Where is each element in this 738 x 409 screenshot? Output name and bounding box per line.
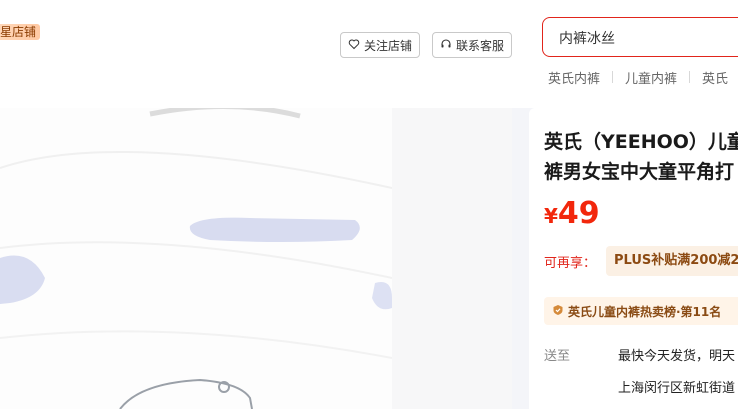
contact-service-label: 联系客服 [455,38,504,53]
search-box [542,17,738,57]
headset-icon [440,38,452,53]
divider [612,71,614,83]
search-input[interactable] [557,27,738,49]
currency-symbol: ¥ [544,204,558,228]
ship-to-label: 送至 [544,349,571,364]
store-header: 星店铺 关注店铺 联系客服 英氏内裤 儿童内裤 英氏 [0,0,738,108]
hot-word-link[interactable]: 英氏 [702,68,728,87]
product-title: 英氏（YEEHOO）儿童 裤男女宝中大童平角打 [544,127,738,187]
follow-store-label: 关注店铺 [363,38,412,53]
delivery-estimate: 最快今天发货，明天 [618,349,736,364]
product-title-line: 英氏（YEEHOO）儿童 [544,131,738,153]
store-badge: 星店铺 [0,24,41,40]
heart-icon [348,38,360,53]
follow-store-button[interactable]: 关注店铺 [340,32,420,58]
hot-word-link[interactable]: 英氏内裤 [548,68,600,87]
divider [689,71,691,83]
contact-service-button[interactable]: 联系客服 [432,32,512,58]
promo-label: 可再享： [544,256,597,271]
product-title-line: 裤男女宝中大童平角打 [544,161,735,183]
hot-search-words: 英氏内裤 儿童内裤 英氏 [548,68,728,87]
product-price: ¥ 49 [544,196,600,231]
product-image-gallery[interactable] [0,108,512,409]
plus-subsidy-tag[interactable]: PLUS补贴满200减2 [606,246,738,276]
ranking-bar[interactable]: 英氏儿童内裤热卖榜·第11名 [544,297,738,325]
hot-word-link[interactable]: 儿童内裤 [625,68,677,87]
gallery-side-area [392,108,512,409]
ranking-text: 英氏儿童内裤热卖榜·第11名 [568,304,722,319]
delivery-address[interactable]: 上海闵行区新虹街道 [618,377,735,396]
badge-icon [552,304,568,319]
product-main-image[interactable] [0,108,393,409]
price-value: 49 [557,196,600,231]
